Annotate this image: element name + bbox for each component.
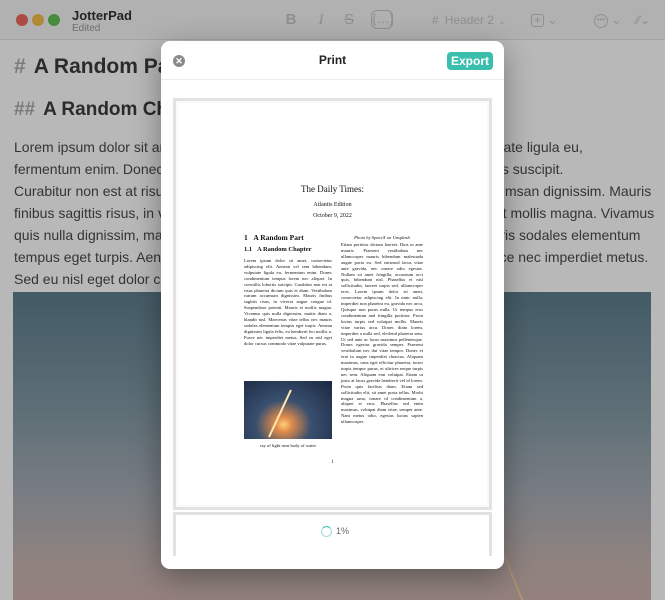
preview-page: The Daily Times: Atlantis Edition Octobe… <box>178 103 487 505</box>
print-preview[interactable]: The Daily Times: Atlantis Edition Octobe… <box>173 98 492 510</box>
column-1-text: Lorem ipsum dolor sit amet, consectetur … <box>244 258 332 346</box>
rocket-trail <box>268 389 292 438</box>
photo-credit: Photo by SpaceX on Unsplash <box>354 235 410 240</box>
page-number: 1 <box>331 460 334 465</box>
export-button[interactable]: Export <box>447 52 493 70</box>
section-number: 1 <box>244 233 248 242</box>
divider <box>161 79 504 80</box>
render-progress: 1% <box>336 526 350 536</box>
print-dialog: ✕ Print Export The Daily Times: Atlantis… <box>161 41 504 569</box>
page-photo <box>244 381 332 439</box>
page-date: October 9, 2022 <box>313 213 352 219</box>
page-title: The Daily Times: <box>300 184 364 194</box>
subsection-number: 1.1 <box>244 246 253 253</box>
section-heading: 1 A Random Part <box>244 233 304 242</box>
loading-spinner-icon <box>321 526 332 537</box>
column-2-text: Etiam porttitor dictum laoreet. Duis ut … <box>341 242 423 425</box>
page-subtitle: Atlantis Edition <box>313 202 352 208</box>
photo-caption: ray of light near body of water <box>259 443 317 448</box>
subsection-title: A Random Chapter <box>257 246 312 253</box>
next-page-preview: 1% <box>173 512 492 556</box>
section-title: A Random Part <box>253 233 304 242</box>
subsection-heading: 1.1 A Random Chapter <box>244 246 312 253</box>
